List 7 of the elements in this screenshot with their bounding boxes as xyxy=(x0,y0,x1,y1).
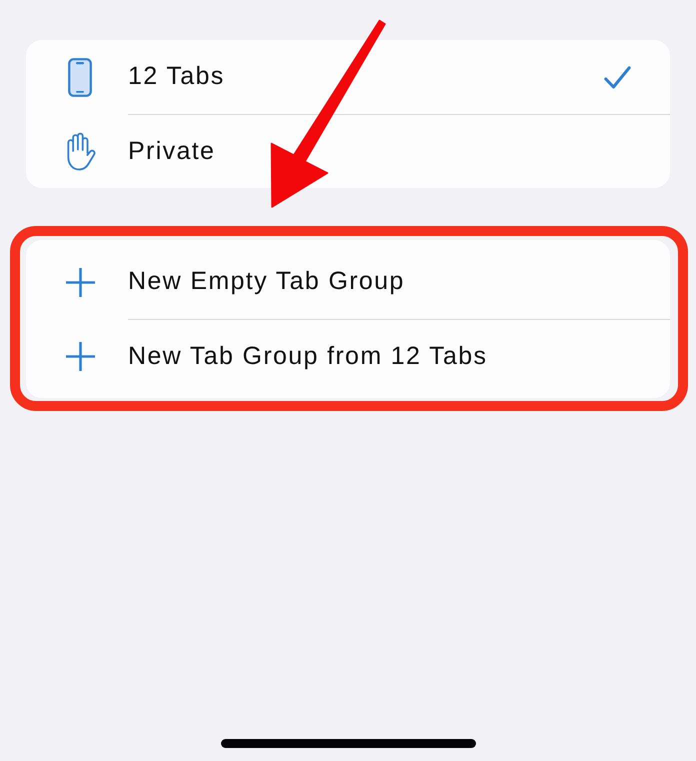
menu-item[interactable]: Private xyxy=(128,132,216,170)
plus-icon xyxy=(66,342,94,370)
menu-item[interactable]: New Tab Group from 12 Tabs xyxy=(128,338,488,376)
menu-item[interactable]: New Empty Tab Group xyxy=(128,263,405,301)
plus-icon xyxy=(66,268,94,296)
phone-icon xyxy=(68,58,92,96)
menu-item[interactable]: 12 Tabs xyxy=(128,58,225,96)
